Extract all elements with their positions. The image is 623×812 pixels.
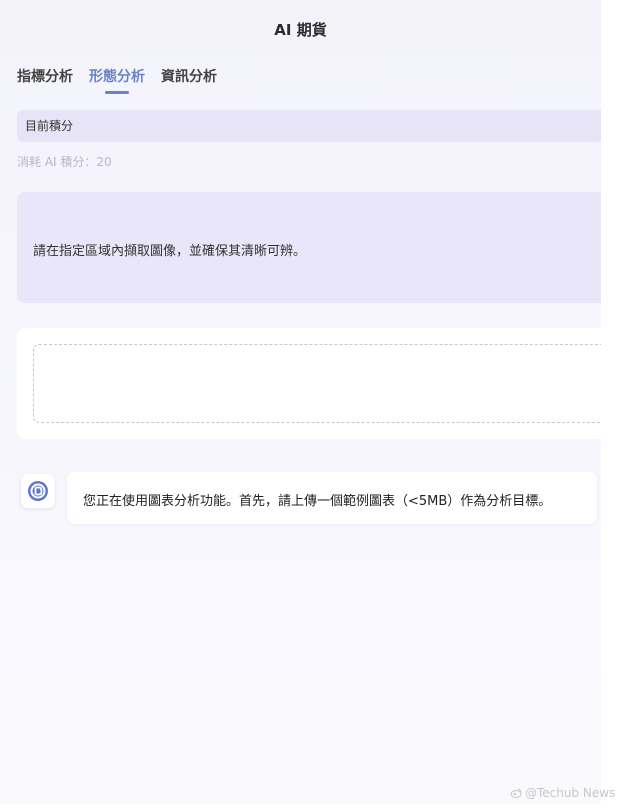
chat-message-text: 您正在使用圖表分析功能。首先，請上傳一個範例圖表（<5MB）作為分析目標。 xyxy=(83,494,552,509)
tab-news-analysis[interactable]: 資訊分析 xyxy=(161,66,217,86)
page-edge xyxy=(601,0,623,812)
app-window: AI 期貨 指標分析 形態分析 資訊分析 目前積分 消耗 AI 積分：20 請在… xyxy=(0,0,601,804)
upload-card xyxy=(17,328,601,439)
chat-message: 您正在使用圖表分析功能。首先，請上傳一個範例圖表（<5MB）作為分析目標。 xyxy=(67,472,597,524)
upload-dropzone[interactable] xyxy=(33,344,601,423)
bot-logo-icon xyxy=(28,481,48,501)
watermark-text: @Techub News xyxy=(525,786,616,800)
tab-pattern-analysis[interactable]: 形態分析 xyxy=(89,66,145,94)
tab-bar: 指標分析 形態分析 資訊分析 xyxy=(17,66,233,94)
watermark: @Techub News xyxy=(510,786,615,800)
points-bar: 目前積分 xyxy=(17,110,601,142)
bot-avatar xyxy=(21,474,55,508)
instruction-text: 請在指定區域內擷取圖像，並確保其清晰可辨。 xyxy=(33,244,307,259)
tab-indicator-analysis[interactable]: 指標分析 xyxy=(17,66,73,86)
instruction-panel: 請在指定區域內擷取圖像，並確保其清晰可辨。 xyxy=(17,192,601,303)
consume-points-text: 消耗 AI 積分：20 xyxy=(17,155,112,169)
points-label: 目前積分 xyxy=(25,119,74,133)
page-title: AI 期貨 xyxy=(274,21,327,39)
weibo-icon xyxy=(510,788,522,798)
